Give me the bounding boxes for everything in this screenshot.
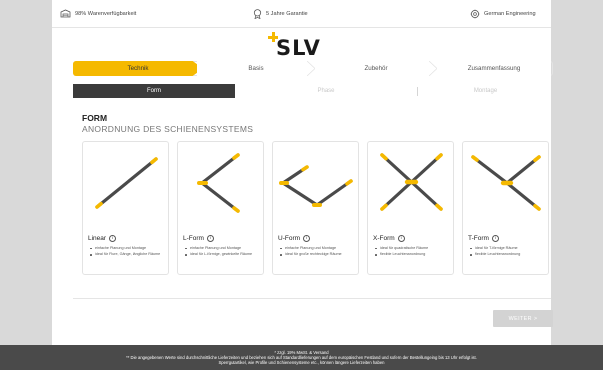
step-label: Basis [248,65,264,72]
top-info-bar: 98% Warenverfügbarkeit 5 Jahre Garantie … [52,0,551,28]
section-subtitle: ANORDNUNG DES SCHIENENSYSTEMS [82,124,254,134]
option-title-text: X-Form [373,235,395,242]
info-icon[interactable]: i [397,235,405,242]
feature-item: ideal für große rechteckige Räume [279,252,358,257]
feature-item: flexible Leuchtenanordnung [469,252,548,257]
feature-item: einfache Planung und Montage [279,246,358,251]
option-title-text: U-Form [278,235,301,242]
availability-info: 98% Warenverfügbarkeit [60,9,136,18]
step-separator-icon [307,61,315,76]
linear-rail-image [95,157,158,209]
option-title: L-Form i [183,235,214,242]
option-card-t-form[interactable]: T-Form i ideal für T-förmige Räume flexi… [462,141,549,275]
feature-item: flexible Leuchtenanordnung [374,252,453,257]
option-title: T-Form i [468,235,499,242]
subtab-label: Form [147,88,161,94]
warehouse-icon [60,9,71,18]
step-zubehoer[interactable]: Zubehör [315,61,437,76]
option-title: U-Form i [278,235,311,242]
footer-bulky-note: Sperrgutartikel, wie Profile und Schiene… [218,360,385,366]
feature-item: ideal für quadratische Räume [374,246,453,251]
subtab-montage[interactable]: Montage [418,84,553,98]
option-features: einfache Planung und Montage ideal für L… [184,246,263,259]
engineering-text: German Engineering [484,11,536,17]
l-form-rail-image [197,153,240,213]
x-form-rail-image [380,153,443,211]
step-label: Technik [127,65,149,72]
gear-engineering-icon [470,9,480,19]
option-features: ideal für T-förmige Räume flexible Leuch… [469,246,548,259]
feature-item: ideal für T-förmige Räume [469,246,548,251]
next-button[interactable]: WEITER > [493,310,553,327]
feature-item: einfache Planung und Montage [89,246,168,251]
feature-item: einfache Planung und Montage [184,246,263,251]
option-title-text: T-Form [468,235,489,242]
slv-logo[interactable]: SLV [258,32,338,60]
step-label: Zusammenfassung [467,65,521,72]
engineering-info: German Engineering [470,9,536,19]
footer-notes: * zzgl. 19% MwSt. & Versand ** Die angeg… [0,345,603,370]
logo-text: SLV [276,36,321,60]
step-basis[interactable]: Basis [197,61,315,76]
step-separator-icon [429,61,437,76]
option-card-l-form[interactable]: L-Form i einfache Planung und Montage id… [177,141,264,275]
t-form-rail-image [471,155,541,211]
content-divider [73,298,551,299]
step-label: Zubehör [364,65,388,72]
u-form-rail-image [279,165,353,207]
option-card-linear[interactable]: Linear i einfache Planung und Montage id… [82,141,169,275]
availability-text: 98% Warenverfügbarkeit [75,10,137,17]
guarantee-info: 5 Jahre Garantie [253,9,308,19]
option-features: einfache Planung und Montage ideal für g… [279,246,358,259]
subtab-form[interactable]: Form [73,84,235,98]
section-title: FORM [82,113,108,123]
option-title-text: Linear [88,235,107,242]
option-title: X-Form i [373,235,405,242]
subtab-label: Phase [317,88,335,94]
info-icon[interactable]: i [303,235,311,242]
info-icon[interactable]: i [109,235,117,242]
info-icon[interactable]: i [491,235,499,242]
option-features: ideal für quadratische Räume flexible Le… [374,246,453,259]
guarantee-seal-icon [253,9,262,19]
step-zusammenfassung[interactable]: Zusammenfassung [437,61,551,76]
option-card-x-form[interactable]: X-Form i ideal für quadratische Räume fl… [367,141,454,275]
option-card-u-form[interactable]: U-Form i einfache Planung und Montage id… [272,141,359,275]
form-options: Linear i einfache Planung und Montage id… [82,141,549,275]
subtab-phase[interactable]: Phase [235,84,417,98]
step-technik[interactable]: Technik [73,61,203,76]
sub-tabs: Form Phase Montage [73,84,553,98]
feature-item: ideal für Flure, Gänge, längliche Räume [89,252,168,257]
info-icon[interactable]: i [206,235,214,242]
option-title: Linear i [88,235,117,242]
progress-steps: Technik Basis Zubehör Zusammenfassung [73,61,553,76]
feature-item: ideal für L-förmige, gewinkelte Räume [184,252,263,257]
subtab-label: Montage [473,88,498,94]
option-features: einfache Planung und Montage ideal für F… [89,246,168,259]
option-title-text: L-Form [183,235,204,242]
guarantee-text: 5 Jahre Garantie [266,11,308,17]
